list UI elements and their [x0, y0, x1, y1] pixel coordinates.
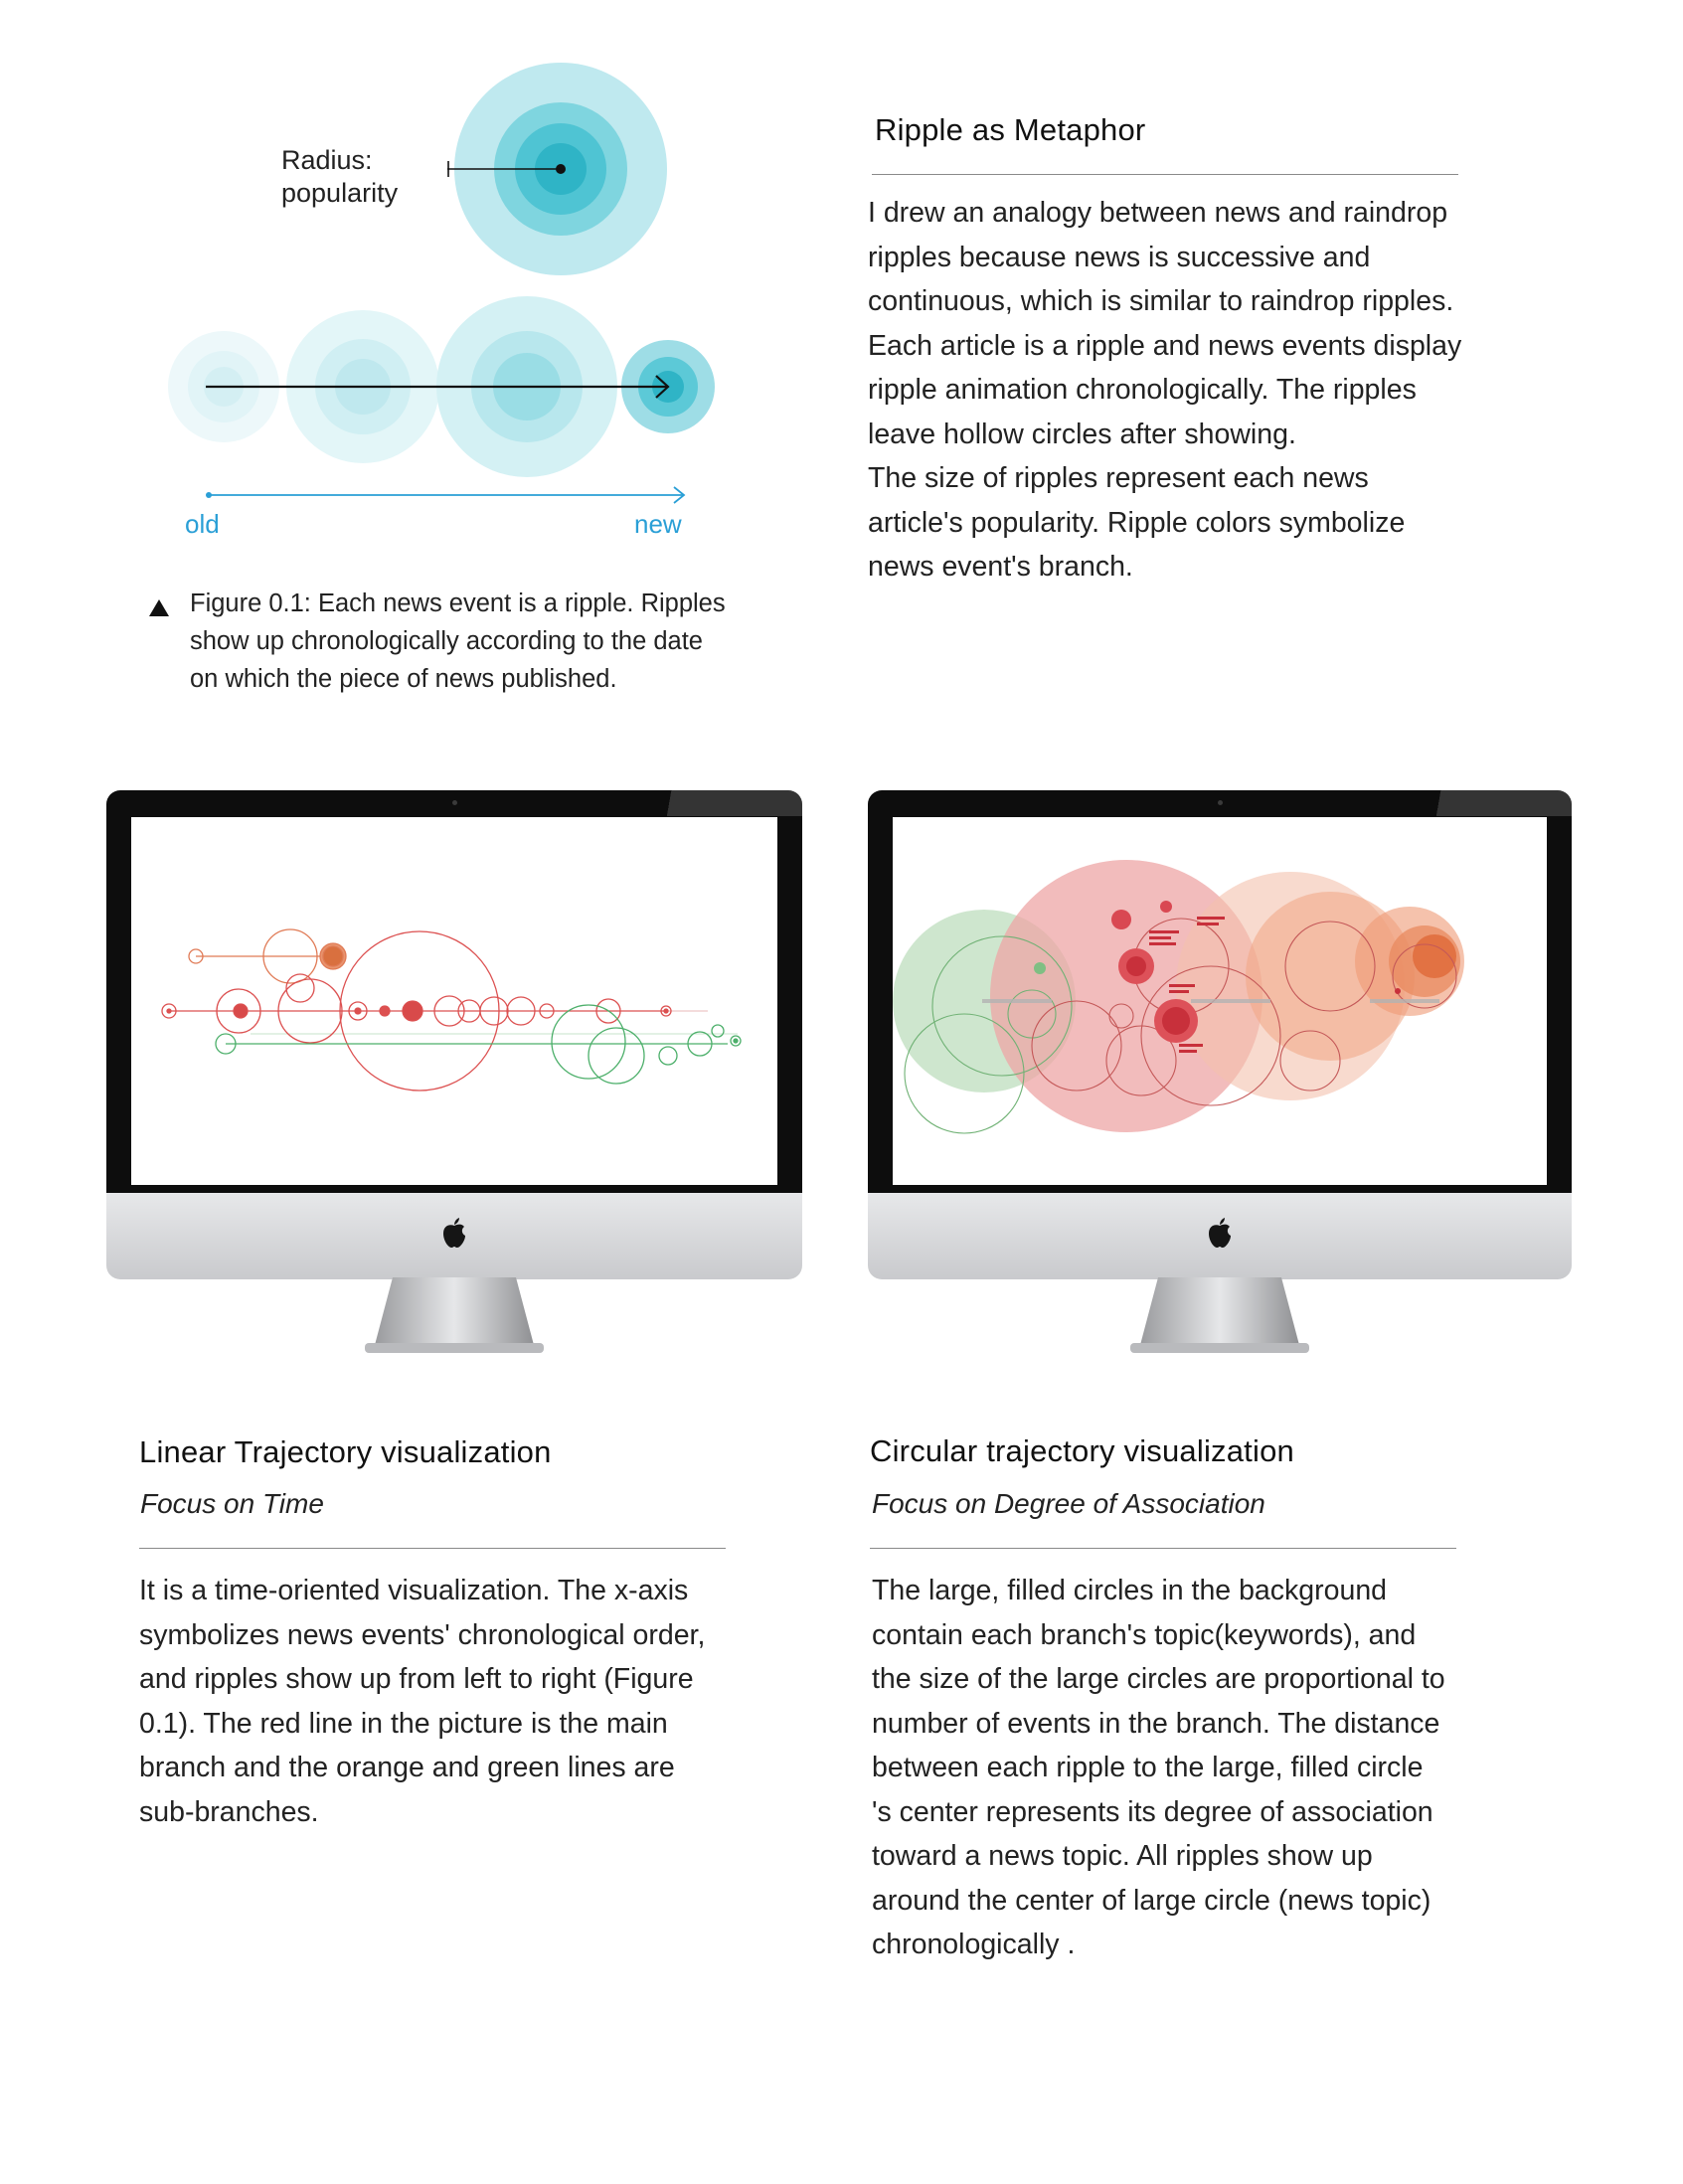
- circular-visualization: [893, 860, 1464, 1134]
- monitor-linear: [106, 790, 802, 1357]
- body-line: continuous, which is similar to raindrop…: [868, 285, 1454, 317]
- ripple-diagram: [168, 63, 715, 504]
- monitor-circular: [868, 790, 1572, 1359]
- camera-icon: [452, 800, 457, 805]
- triangle-up-icon: [149, 599, 169, 616]
- circular-subtitle: Focus on Degree of Association: [872, 1488, 1265, 1519]
- linear-title: Linear Trajectory visualization: [139, 1434, 552, 1469]
- body-line: chronologically .: [872, 1929, 1076, 1960]
- circular-divider: [870, 1548, 1456, 1549]
- circular-title: Circular trajectory visualization: [870, 1433, 1294, 1468]
- linear-divider: [139, 1548, 726, 1549]
- body-line: toward a news topic. All ripples show up: [872, 1840, 1373, 1872]
- body-line: article's popularity. Ripple colors symb…: [868, 506, 1406, 539]
- monitor-chin: [868, 1193, 1572, 1279]
- apple-logo-icon: [1209, 1218, 1231, 1248]
- body-line: ripple animation chronologically. The ri…: [868, 374, 1417, 406]
- red-main-branch: [161, 930, 672, 1092]
- monitor-bezel: [868, 790, 1572, 1193]
- body-line: and ripples show up from left to right (…: [139, 1663, 694, 1695]
- screen-circular: [893, 817, 1547, 1185]
- body-line: around the center of large circle (news …: [872, 1884, 1431, 1917]
- body-line: branch and the orange and green lines ar…: [139, 1752, 675, 1783]
- screen-linear: [131, 817, 777, 1185]
- popularity-ripple: [447, 63, 667, 275]
- figure-caption: Figure 0.1: Each news event is a ripple.…: [190, 585, 786, 698]
- time-axis: [206, 486, 686, 504]
- metaphor-divider: [872, 174, 1458, 175]
- body-line: sub-branches.: [139, 1795, 319, 1828]
- monitor-bezel: [106, 790, 802, 1193]
- apple-logo-icon: [443, 1218, 465, 1248]
- linear-visualization: [161, 928, 742, 1092]
- metaphor-title: Ripple as Metaphor: [875, 112, 1146, 147]
- camera-icon: [1218, 800, 1223, 805]
- body-line: Each article is a ripple and news events…: [868, 329, 1462, 362]
- body-line: news event's branch.: [868, 551, 1133, 583]
- body-line: contain each branch's topic(keywords), a…: [872, 1618, 1417, 1651]
- monitor-chin: [106, 1193, 802, 1279]
- body-line: 's center represents its degree of assoc…: [872, 1795, 1433, 1828]
- body-line: I drew an analogy between news and raind…: [868, 197, 1448, 229]
- caption-line: show up chronologically according to the…: [190, 627, 703, 655]
- caption-line: Figure 0.1: Each news event is a ripple.…: [190, 589, 726, 617]
- body-line: The size of ripples represent each news: [868, 462, 1369, 494]
- body-line: between each ripple to the large, filled…: [872, 1752, 1424, 1783]
- ripple-row: [168, 296, 715, 477]
- circular-body: The large, filled circles in the backgro…: [872, 1569, 1538, 1967]
- body-line: It is a time-oriented visualization. The…: [139, 1575, 689, 1606]
- monitor-stand: [1130, 1277, 1309, 1353]
- radius-label-line2: popularity: [281, 178, 399, 208]
- body-line: The large, filled circles in the backgro…: [872, 1575, 1388, 1606]
- body-line: number of events in the branch. The dist…: [872, 1707, 1440, 1740]
- body-line: symbolizes news events' chronological or…: [139, 1618, 706, 1651]
- body-line: leave hollow circles after showing.: [868, 418, 1296, 450]
- monitor-stand: [365, 1277, 544, 1353]
- caption-line: on which the piece of news published.: [190, 665, 617, 693]
- body-line: ripples because news is successive and: [868, 241, 1371, 273]
- linear-body: It is a time-oriented visualization. The…: [139, 1569, 775, 1834]
- radius-label: Radius: popularity: [281, 144, 398, 210]
- body-line: 0.1). The red line in the picture is the…: [139, 1707, 668, 1740]
- orange-branch: [188, 928, 347, 984]
- linear-subtitle: Focus on Time: [140, 1488, 324, 1519]
- axis-label-old: old: [185, 509, 220, 539]
- radius-label-line1: Radius:: [281, 145, 373, 175]
- axis-label-new: new: [634, 509, 682, 539]
- metaphor-body: I drew an analogy between news and raind…: [868, 191, 1534, 589]
- body-line: the size of the large circles are propor…: [872, 1663, 1445, 1695]
